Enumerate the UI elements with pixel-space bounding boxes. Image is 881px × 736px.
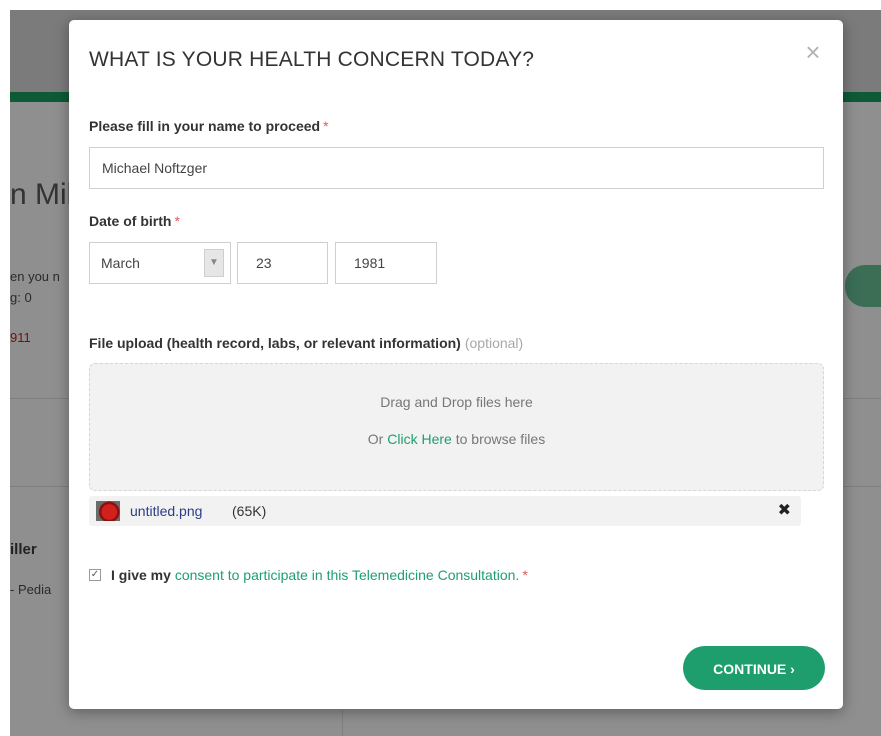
browse-files-link[interactable]: Click Here (387, 431, 452, 447)
file-dropzone[interactable]: Drag and Drop files here Or Click Here t… (89, 363, 824, 491)
dropzone-browse-line: Or Click Here to browse files (90, 431, 823, 447)
dropzone-suffix-text: to browse files (455, 431, 546, 447)
uploaded-file-item: untitled.png (65K) ✖ (89, 496, 801, 526)
dropzone-instruction: Drag and Drop files here (380, 394, 533, 410)
required-marker: * (323, 118, 329, 134)
upload-label: File upload (health record, labs, or rel… (89, 335, 523, 351)
dob-year-input[interactable] (335, 242, 437, 284)
consent-text: I give my consent to participate in this… (111, 567, 528, 583)
continue-button[interactable]: CONTINUE › (683, 646, 825, 690)
dob-label-text: Date of birth (89, 213, 172, 229)
upload-label-text: File upload (health record, labs, or rel… (89, 335, 461, 351)
background-doctor-name: iller (10, 541, 37, 558)
name-label-text: Please fill in your name to proceed (89, 118, 321, 134)
remove-file-icon[interactable]: ✖ (778, 500, 791, 520)
background-button (845, 265, 881, 307)
uploaded-file-name[interactable]: untitled.png (130, 503, 202, 519)
background-phone: 911 (10, 330, 31, 345)
name-input[interactable] (89, 147, 824, 189)
dob-month-select[interactable]: March ▼ (89, 242, 231, 284)
required-marker: * (522, 567, 528, 583)
dob-day-input[interactable] (237, 242, 328, 284)
consent-link[interactable]: consent to participate in this Telemedic… (175, 567, 520, 583)
close-icon[interactable]: × (801, 39, 825, 65)
name-label: Please fill in your name to proceed * (89, 118, 329, 134)
background-divider (342, 710, 343, 736)
optional-marker: (optional) (464, 335, 524, 351)
background-text-line: g: 0 (10, 290, 32, 305)
background-text-line: en you n (10, 269, 60, 284)
background-specialty: - Pedia (10, 582, 52, 597)
consent-checkbox[interactable]: ✓ (89, 569, 101, 581)
modal-title: WHAT IS YOUR HEALTH CONCERN TODAY? (89, 48, 535, 71)
dob-month-value: March (101, 255, 140, 271)
image-file-icon (96, 501, 120, 521)
dob-label: Date of birth * (89, 213, 180, 229)
required-marker: * (174, 213, 180, 229)
health-concern-modal: WHAT IS YOUR HEALTH CONCERN TODAY? × Ple… (69, 20, 843, 709)
dropzone-or-text: Or (367, 431, 384, 447)
background-provider-name: n Mil (10, 178, 74, 211)
uploaded-file-size: (65K) (232, 503, 267, 519)
consent-prefix: I give my (111, 567, 171, 583)
chevron-down-icon: ▼ (204, 249, 224, 277)
